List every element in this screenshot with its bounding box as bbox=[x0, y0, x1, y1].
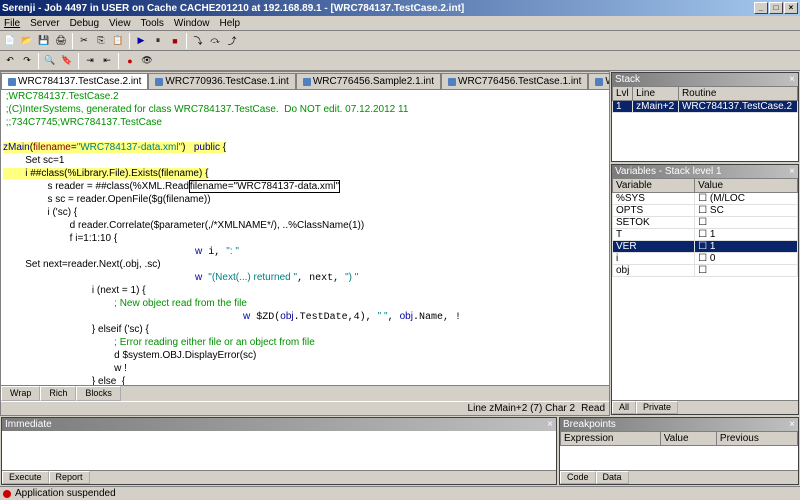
stack-grid[interactable]: LvlLineRoutine 1zMain+2WRC784137.TestCas… bbox=[612, 86, 798, 161]
panel-close-icon[interactable]: × bbox=[789, 74, 795, 85]
tab-file-3[interactable]: WRC776456.Sample2.1.int bbox=[296, 73, 441, 89]
tab-file-5[interactable]: WRC780918.TestCa bbox=[588, 73, 609, 89]
save-icon[interactable]: 💾 bbox=[36, 33, 52, 49]
tab-data[interactable]: Data bbox=[596, 471, 629, 484]
menu-file[interactable]: File bbox=[4, 18, 20, 29]
vars-private-button[interactable]: Private bbox=[636, 401, 678, 414]
step-into-icon[interactable]: ⤵ bbox=[190, 33, 206, 49]
app-title: Serenji - Job 4497 in USER on Cache CACH… bbox=[2, 3, 464, 14]
tab-rich[interactable]: Rich bbox=[40, 386, 76, 401]
print-icon[interactable]: 🖨 bbox=[53, 33, 69, 49]
tab-blocks[interactable]: Blocks bbox=[76, 386, 121, 401]
tab-file-1[interactable]: WRC784137.TestCase.2.int bbox=[1, 73, 148, 89]
breakpoint-icon[interactable]: ● bbox=[122, 53, 138, 69]
panel-close-icon[interactable]: × bbox=[789, 166, 795, 177]
menu-server[interactable]: Server bbox=[30, 18, 59, 29]
step-out-icon[interactable]: ⤴ bbox=[224, 33, 240, 49]
breakpoints-title: Breakpoints bbox=[563, 419, 616, 430]
read-mode: Read bbox=[581, 403, 605, 414]
editor-tabs: WRC784137.TestCase.2.int WRC770936.TestC… bbox=[1, 72, 609, 90]
var-row: SETOK☐ bbox=[613, 217, 798, 229]
file-icon bbox=[155, 78, 163, 86]
menu-bar: File Server Debug View Tools Window Help bbox=[0, 16, 800, 31]
copy-icon[interactable]: ⎘ bbox=[93, 33, 109, 49]
cursor-position: Line zMain+2 (7) Char 2 bbox=[468, 403, 576, 414]
maximize-button[interactable]: □ bbox=[769, 2, 783, 14]
tab-code[interactable]: Code bbox=[560, 471, 596, 484]
tab-execute[interactable]: Execute bbox=[2, 471, 49, 484]
editor-status: Line zMain+2 (7) Char 2 Read bbox=[1, 401, 609, 415]
bookmark-icon[interactable]: 🔖 bbox=[59, 53, 75, 69]
view-mode-tabs: Wrap Rich Blocks bbox=[1, 385, 609, 401]
close-button[interactable]: × bbox=[784, 2, 798, 14]
immediate-area[interactable] bbox=[2, 431, 556, 470]
toolbar-debug: ↶ ↷ 🔍 🔖 ⇥ ⇤ ● 👁 bbox=[0, 51, 800, 71]
file-icon bbox=[8, 78, 16, 86]
var-row: i☐ 0 bbox=[613, 253, 798, 265]
code-editor[interactable]: ;WRC784137.TestCase.2 ;(C)InterSystems, … bbox=[1, 90, 609, 385]
status-bar: Application suspended bbox=[0, 486, 800, 500]
tab-file-4[interactable]: WRC776456.TestCase.1.int bbox=[441, 73, 588, 89]
vars-all-button[interactable]: All bbox=[612, 401, 636, 414]
tab-report[interactable]: Report bbox=[49, 471, 90, 484]
immediate-title: Immediate bbox=[5, 419, 52, 430]
title-bar: Serenji - Job 4497 in USER on Cache CACH… bbox=[0, 0, 800, 16]
open-icon[interactable]: 📂 bbox=[19, 33, 35, 49]
stack-row[interactable]: 1zMain+2WRC784137.TestCase.2 bbox=[613, 101, 798, 113]
menu-help[interactable]: Help bbox=[219, 18, 240, 29]
menu-tools[interactable]: Tools bbox=[141, 18, 164, 29]
file-icon bbox=[448, 78, 456, 86]
pause-icon[interactable]: ⏸ bbox=[150, 33, 166, 49]
new-icon[interactable]: 📄 bbox=[2, 33, 18, 49]
menu-debug[interactable]: Debug bbox=[70, 18, 99, 29]
toolbar-main: 📄 📂 💾 🖨 ✂ ⎘ 📋 ▶ ⏸ ■ ⤵ ⤼ ⤴ bbox=[0, 31, 800, 51]
file-icon bbox=[595, 78, 603, 86]
redo-icon[interactable]: ↷ bbox=[19, 53, 35, 69]
indent-icon[interactable]: ⇥ bbox=[82, 53, 98, 69]
var-row: VER☐ 1 bbox=[613, 241, 798, 253]
var-row: OPTS☐ SC bbox=[613, 205, 798, 217]
file-icon bbox=[303, 78, 311, 86]
var-row: T☐ 1 bbox=[613, 229, 798, 241]
undo-icon[interactable]: ↶ bbox=[2, 53, 18, 69]
tab-file-2[interactable]: WRC770936.TestCase.1.int bbox=[148, 73, 295, 89]
stack-panel-title: Stack bbox=[615, 74, 640, 85]
breakpoints-grid[interactable]: ExpressionValuePrevious bbox=[560, 431, 798, 470]
run-icon[interactable]: ▶ bbox=[133, 33, 149, 49]
menu-window[interactable]: Window bbox=[174, 18, 210, 29]
var-row: obj☐ bbox=[613, 265, 798, 277]
panel-close-icon[interactable]: × bbox=[789, 419, 795, 430]
menu-view[interactable]: View bbox=[109, 18, 131, 29]
stop-icon[interactable]: ■ bbox=[167, 33, 183, 49]
outdent-icon[interactable]: ⇤ bbox=[99, 53, 115, 69]
find-icon[interactable]: 🔍 bbox=[42, 53, 58, 69]
var-row: %SYS☐ (M/LOC bbox=[613, 193, 798, 205]
step-over-icon[interactable]: ⤼ bbox=[207, 33, 223, 49]
paste-icon[interactable]: 📋 bbox=[110, 33, 126, 49]
variables-grid[interactable]: VariableValue %SYS☐ (M/LOC OPTS☐ SC SETO… bbox=[612, 178, 798, 400]
suspended-icon bbox=[3, 490, 11, 498]
panel-close-icon[interactable]: × bbox=[547, 419, 553, 430]
minimize-button[interactable]: _ bbox=[754, 2, 768, 14]
tab-wrap[interactable]: Wrap bbox=[1, 386, 40, 401]
vars-panel-title: Variables - Stack level 1 bbox=[615, 166, 722, 177]
watch-icon[interactable]: 👁 bbox=[139, 53, 155, 69]
status-text: Application suspended bbox=[15, 488, 116, 499]
cut-icon[interactable]: ✂ bbox=[76, 33, 92, 49]
